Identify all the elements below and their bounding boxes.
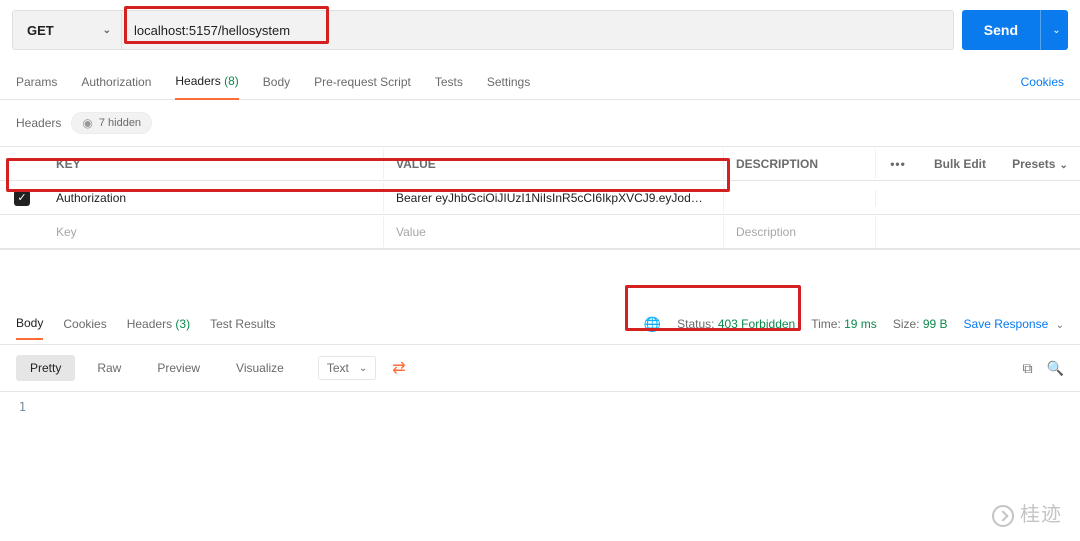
col-desc: DESCRIPTION: [724, 149, 876, 179]
resp-tab-testresults[interactable]: Test Results: [210, 309, 275, 339]
resp-tab-cookies[interactable]: Cookies: [63, 309, 106, 339]
chevron-down-icon: ⌄: [1056, 320, 1064, 331]
view-visualize[interactable]: Visualize: [222, 355, 298, 381]
tab-tests[interactable]: Tests: [435, 65, 463, 99]
value-placeholder[interactable]: Value: [384, 217, 724, 247]
headers-title: Headers: [16, 116, 61, 130]
copy-icon[interactable]: ⧉: [1023, 360, 1033, 377]
header-value[interactable]: Bearer eyJhbGciOiJIUzI1NiIsInR5cCI6IkpXV…: [384, 183, 724, 213]
table-header: KEY VALUE DESCRIPTION ••• Bulk Edit Pres…: [0, 147, 1080, 181]
table-row[interactable]: ✓ Authorization Bearer eyJhbGciOiJIUzI1N…: [0, 181, 1080, 215]
wrap-lines-icon[interactable]: ⇄: [392, 358, 405, 378]
chevron-down-icon: ⌄: [1059, 160, 1067, 171]
bulk-edit[interactable]: Bulk Edit: [920, 149, 1000, 179]
tab-prerequest[interactable]: Pre-request Script: [314, 65, 411, 99]
resp-tab-body[interactable]: Body: [16, 308, 43, 340]
view-pretty[interactable]: Pretty: [16, 355, 75, 381]
resp-headers-count: (3): [175, 317, 190, 331]
status-value: 403 Forbidden: [718, 317, 795, 331]
tab-params[interactable]: Params: [16, 65, 57, 99]
size-value: 99 B: [923, 317, 948, 331]
tab-body[interactable]: Body: [263, 65, 290, 99]
more-icon[interactable]: •••: [876, 149, 920, 179]
globe-icon[interactable]: 🌐: [644, 316, 661, 333]
send-button[interactable]: Send: [962, 10, 1040, 50]
tab-headers[interactable]: Headers (8): [175, 64, 238, 100]
tab-settings[interactable]: Settings: [487, 65, 530, 99]
presets-dropdown[interactable]: Presets⌄: [1000, 149, 1080, 179]
line-number: 1: [0, 400, 40, 414]
chevron-down-icon: ⌄: [359, 363, 367, 374]
chevron-down-icon: ⌄: [103, 25, 111, 36]
col-value: VALUE: [384, 149, 724, 179]
response-body[interactable]: 1: [0, 392, 1080, 422]
format-select[interactable]: Text ⌄: [318, 356, 376, 380]
method-label: GET: [27, 23, 54, 38]
tab-authorization[interactable]: Authorization: [81, 65, 151, 99]
time-block[interactable]: Time: 19 ms: [811, 317, 877, 331]
headers-count: (8): [224, 74, 239, 88]
header-key[interactable]: Authorization: [44, 183, 384, 213]
view-raw[interactable]: Raw: [83, 355, 135, 381]
chevron-down-icon: ⌄: [1052, 25, 1060, 36]
cookies-link[interactable]: Cookies: [1021, 75, 1064, 89]
header-desc[interactable]: [724, 190, 876, 206]
checkbox-checked[interactable]: ✓: [14, 190, 30, 206]
resp-tab-headers[interactable]: Headers (3): [127, 309, 190, 339]
watermark: 桂迹: [992, 498, 1062, 527]
col-key: KEY: [44, 149, 384, 179]
key-placeholder[interactable]: Key: [44, 217, 384, 247]
size-block[interactable]: Size: 99 B: [893, 317, 948, 331]
send-dropdown[interactable]: ⌄: [1040, 10, 1068, 50]
view-preview[interactable]: Preview: [143, 355, 214, 381]
search-icon[interactable]: 🔍: [1047, 360, 1064, 377]
url-input[interactable]: [134, 23, 941, 38]
url-input-wrap: [122, 10, 954, 50]
status-block[interactable]: Status: 403 Forbidden: [677, 317, 795, 331]
time-value: 19 ms: [844, 317, 877, 331]
save-response[interactable]: Save Response ⌄: [964, 317, 1064, 331]
table-row-empty[interactable]: Key Value Description: [0, 215, 1080, 249]
method-select[interactable]: GET ⌄: [12, 10, 122, 50]
hidden-headers-toggle[interactable]: ◉ 7 hidden: [71, 112, 152, 134]
desc-placeholder[interactable]: Description: [724, 217, 876, 247]
watermark-icon: [992, 505, 1014, 527]
eye-icon: ◉: [82, 116, 92, 130]
